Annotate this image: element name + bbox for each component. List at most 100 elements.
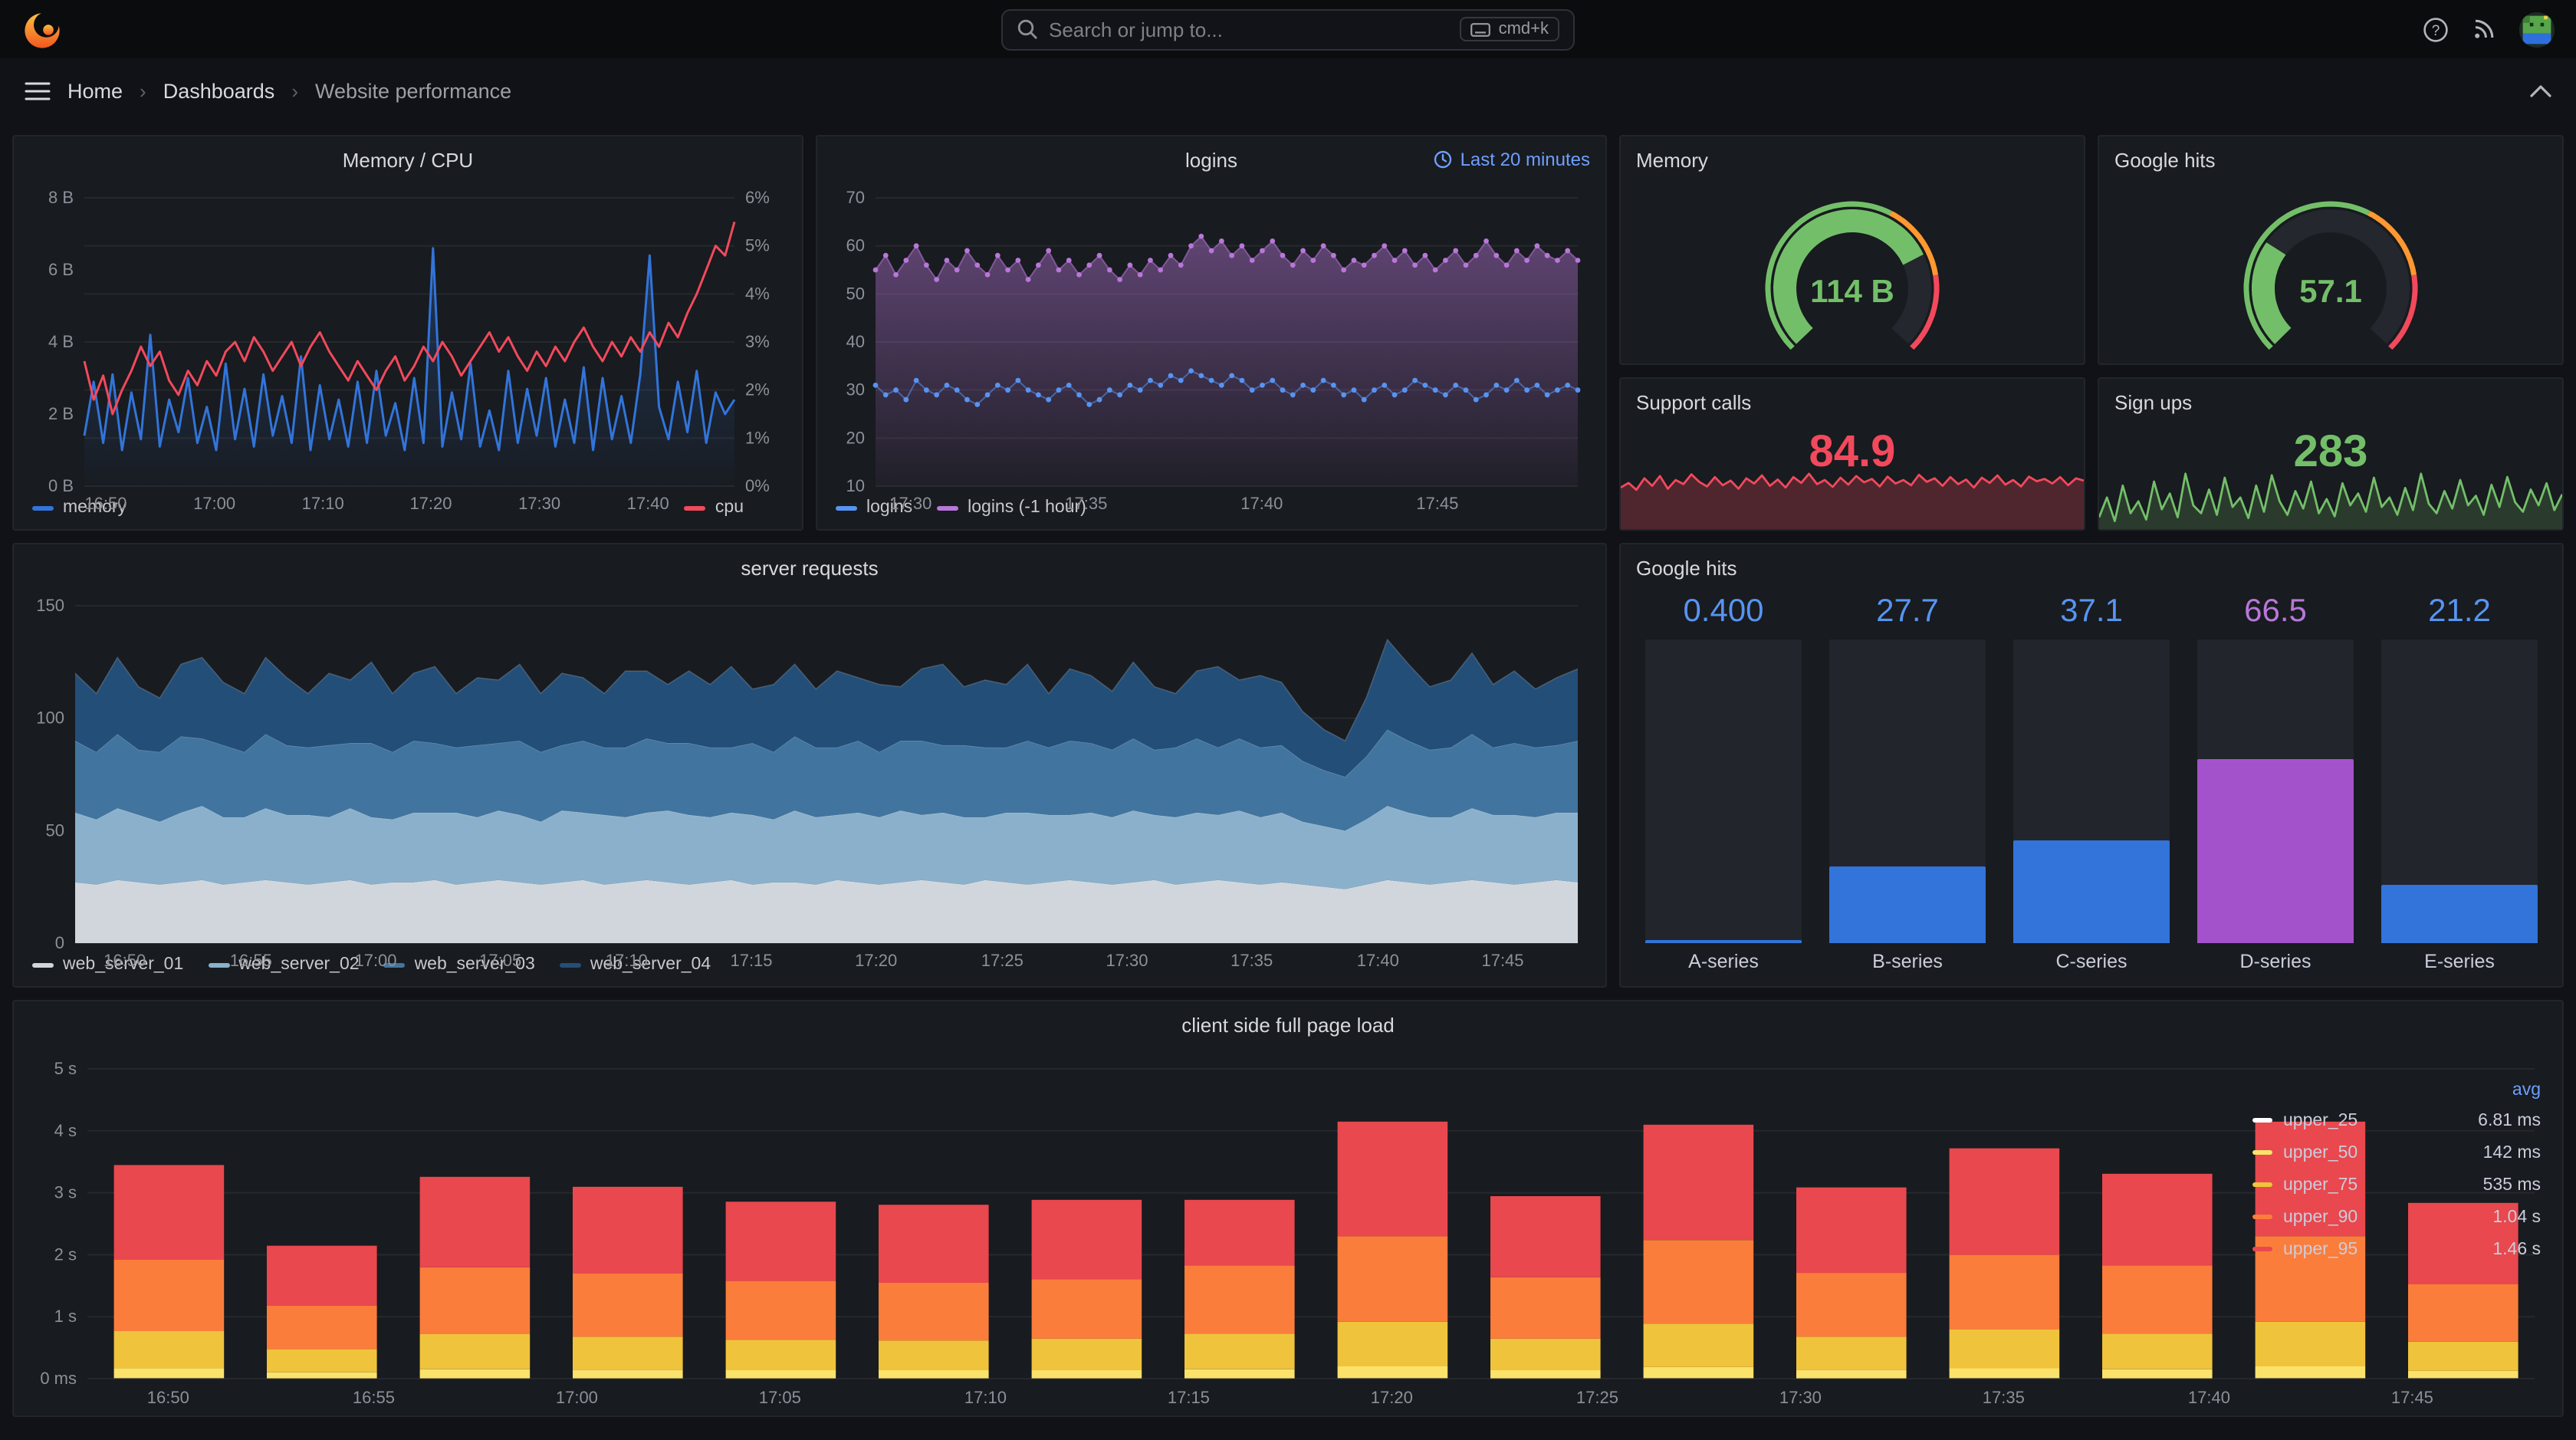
bar-value: 27.7 [1876,593,1939,629]
bar-segment-upper_75 [419,1334,531,1369]
help-icon[interactable]: ? [2423,16,2449,42]
axis-tick-label: 6 B [48,260,74,279]
stat-value: 283 [2293,428,2368,477]
panel-title[interactable]: logins [1185,148,1237,171]
axis-tick-label: 17:10 [964,1388,1007,1407]
axis-tick-label: 16:55 [353,1388,395,1407]
panel-title[interactable]: Memory / CPU [343,148,473,171]
legend-swatch [2252,1247,2272,1251]
panel-title[interactable]: server requests [741,556,878,579]
breadcrumb-separator: › [140,79,146,102]
bar-segment-upper_50 [2102,1369,2213,1379]
bar-segment-upper_95 [2102,1173,2213,1266]
axis-tick-label: 5% [745,236,770,255]
bar-segment-upper_90 [1796,1273,1907,1337]
axis-tick-label: 5 s [54,1059,77,1078]
legend-swatch [2252,1215,2272,1219]
memory-gauge[interactable]: 114 B [1633,182,2072,357]
bar-segment-upper_90 [1949,1254,2060,1330]
axis-tick-label: 17:40 [1240,494,1283,513]
avatar[interactable] [2519,12,2555,47]
bar-segment-upper_75 [2255,1321,2366,1366]
server-requests-chart[interactable]: 0 50 100 150 16:50 16:55 17:00 17:05 17:10 17:15 1… [26,590,1593,970]
memory-cpu-chart[interactable]: 0% 1% 2% 3% 4% 5% 6% 0 B 2 B 4 B 6 B 8 B 16:50 17:00 1… [26,182,790,513]
axis-tick-label: 17:35 [1230,951,1273,970]
axis-tick-label: 17:00 [556,1388,598,1407]
bar-segment-upper_90 [1490,1277,1601,1339]
bar-segment-upper_50 [2408,1370,2518,1379]
axis-tick-label: 17:00 [193,494,235,513]
legend-item-upper_90[interactable]: upper_90 1.04 s [2252,1201,2541,1233]
panel-time-range[interactable]: Last 20 minutes [1434,136,1590,182]
axis-tick-label: 6% [745,188,770,207]
bar-gauge-track [1645,639,1802,943]
bar-gauge-track [2013,639,2170,943]
axis-tick-label: 50 [46,820,64,840]
menu-icon[interactable] [25,81,51,100]
axis-tick-label: 17:35 [1983,1388,2025,1407]
legend-swatch [2252,1150,2272,1155]
breadcrumb-bar: Home › Dashboards › Website performance [0,58,2576,123]
axis-tick-label: 40 [846,332,865,351]
axis-tick-label: 17:20 [1371,1388,1413,1407]
bar-segment-upper_95 [1031,1199,1142,1280]
axis-tick-label: 20 [846,428,865,447]
legend-item-upper_95[interactable]: upper_95 1.46 s [2252,1233,2541,1265]
bar-label: D-series [2239,951,2312,972]
panel-title[interactable]: Google hits [2114,148,2216,171]
bar-segment-upper_50 [879,1370,989,1379]
bar-segment-upper_75 [1031,1338,1142,1370]
axis-tick-label: 16:50 [84,494,127,513]
bar-segment-upper_95 [267,1245,377,1306]
axis-tick-label: 17:15 [730,951,772,970]
bar-segment-upper_50 [1184,1369,1295,1379]
axis-tick-label: 4 s [54,1121,77,1140]
grafana-logo-icon[interactable] [21,8,63,50]
breadcrumb-dashboards[interactable]: Dashboards [163,79,275,102]
rss-icon[interactable] [2472,17,2496,41]
panel-title[interactable]: Google hits [1636,556,1737,579]
axis-tick-label: 0 [55,933,64,952]
panel-title[interactable]: Memory [1636,148,1708,171]
legend-item-upper_75[interactable]: upper_75 535 ms [2252,1169,2541,1201]
bar-segment-upper_75 [1796,1336,1907,1369]
axis-tick-label: 17:30 [1779,1388,1822,1407]
series-fill [876,236,1578,486]
search-input[interactable]: Search or jump to... cmd+k [1001,8,1575,50]
axis-tick-label: 16:50 [147,1388,189,1407]
panel-title[interactable]: Sign ups [2114,390,2192,413]
bar-value: 0.400 [1683,593,1764,629]
collapse-chevron-up-icon[interactable] [2530,84,2551,97]
google-hits-bar-gauge[interactable]: 0.400 A-series 27.7 B-series 37.1 C-series 66.… [1633,590,2550,980]
axis-tick-label: 3 s [54,1183,77,1202]
bar-segment-upper_75 [1949,1329,2060,1369]
google-hits-gauge[interactable]: 57.1 [2111,182,2550,357]
panel-memory-gauge: Memory 114 B [1619,135,2085,365]
bar-segment-upper_90 [1031,1279,1142,1339]
bar-segment-upper_95 [113,1165,225,1260]
breadcrumb-home[interactable]: Home [67,79,123,102]
series-memory-fill [84,248,734,486]
bar-segment-upper_75 [1490,1338,1601,1370]
axis-tick-label: 17:40 [627,494,669,513]
panel-title[interactable]: Support calls [1636,390,1751,413]
logins-chart[interactable]: 10 20 30 40 50 60 70 17:30 17:35 17:40 17:45 [830,182,1593,513]
page-load-chart[interactable]: 0 ms 1 s 2 s 3 s 4 s 5 s 16:50 16:55 17:00 17:05 1… [26,1047,2550,1409]
stat-value: 84.9 [1809,428,1896,477]
legend-item-upper_50[interactable]: upper_50 142 ms [2252,1136,2541,1169]
panel-page-load: client side full page load 0 ms 1 s 2 s 3 s… [12,1000,2564,1417]
axis-tick-label: 50 [846,284,865,303]
legend-item-upper_25[interactable]: upper_25 6.81 ms [2252,1104,2541,1136]
breadcrumb-separator: › [291,79,298,102]
axis-tick-label: 0 B [48,476,74,495]
axis-tick-label: 3% [745,332,770,351]
search-placeholder: Search or jump to... [1049,18,1223,41]
bar-segment-upper_95 [1949,1148,2060,1255]
axis-tick-label: 17:45 [1416,494,1458,513]
bar-segment-upper_75 [1337,1321,1448,1366]
panel-title[interactable]: client side full page load [1181,1013,1395,1036]
bar-segment-upper_95 [725,1202,836,1281]
bar-segment-upper_50 [113,1368,225,1379]
bar-segment-upper_90 [113,1260,225,1331]
axis-tick-label: 30 [846,380,865,399]
